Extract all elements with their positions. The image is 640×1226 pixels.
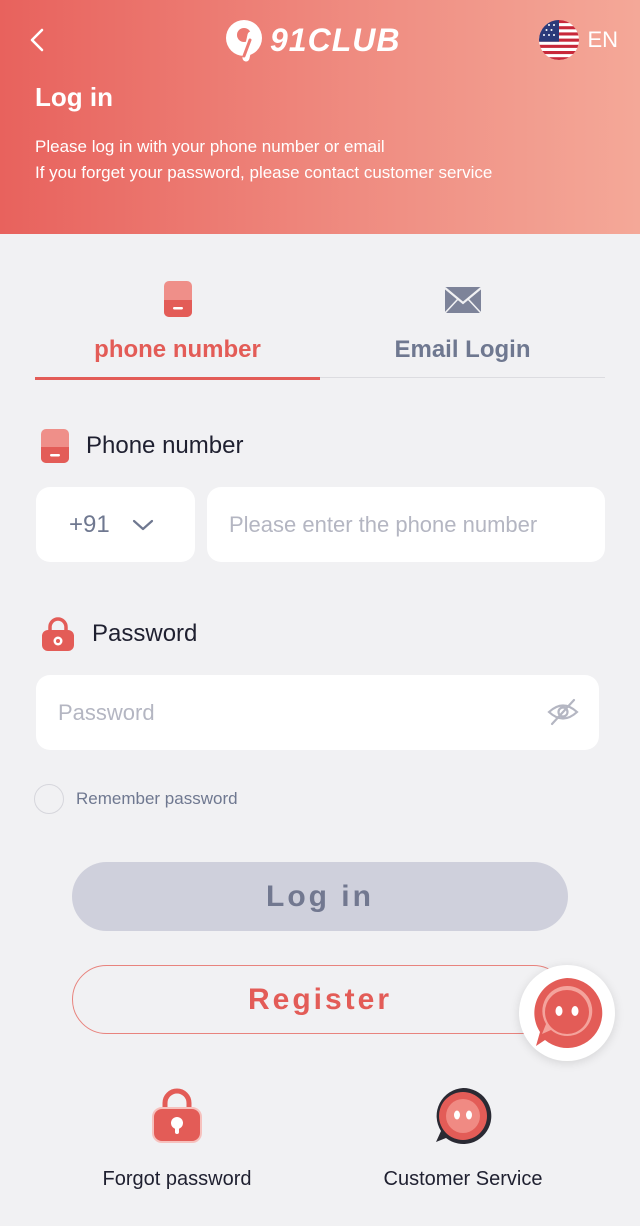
phone-input[interactable] xyxy=(229,487,548,562)
login-method-tabs: phone number Email Login xyxy=(35,270,605,380)
phone-icon xyxy=(163,281,192,317)
eye-off-icon[interactable] xyxy=(547,697,579,727)
active-tab-indicator xyxy=(35,377,320,380)
customer-service-label: Customer Service xyxy=(383,1168,543,1190)
tab-phone-label: phone number xyxy=(94,336,261,363)
password-input-container xyxy=(36,675,599,750)
country-code-select[interactable]: +91 xyxy=(36,487,195,562)
lock-icon xyxy=(152,1088,202,1143)
subtitle-line-2: If you forget your password, please cont… xyxy=(35,163,493,182)
back-button[interactable] xyxy=(24,26,52,54)
password-input[interactable] xyxy=(58,675,509,750)
forgot-password-link[interactable]: Forgot password xyxy=(92,1086,262,1191)
customer-service-link[interactable]: Customer Service xyxy=(372,1086,554,1191)
phone-field-label: Phone number xyxy=(40,428,243,464)
password-field-label: Password xyxy=(40,616,197,652)
phone-icon xyxy=(41,429,69,463)
mail-icon xyxy=(443,287,482,314)
logo-mark-icon xyxy=(226,20,262,62)
page-subtitle: Please log in with your phone number or … xyxy=(35,134,492,186)
language-selector[interactable]: EN xyxy=(539,20,618,60)
subtitle-line-1: Please log in with your phone number or … xyxy=(35,137,385,156)
language-label: EN xyxy=(587,27,618,52)
floating-chat-button[interactable] xyxy=(519,965,615,1061)
remember-checkbox[interactable] xyxy=(34,784,64,814)
login-button[interactable]: Log in xyxy=(72,862,568,931)
register-button[interactable]: Register xyxy=(72,965,568,1034)
chat-bubble-icon xyxy=(534,977,603,1048)
header: 91CLUB EN Log in Please log in with your… xyxy=(0,0,640,234)
chevron-left-icon xyxy=(30,28,44,52)
logo-text: 91CLUB xyxy=(270,21,401,58)
forgot-password-label: Forgot password xyxy=(102,1168,252,1190)
remember-password[interactable]: Remember password xyxy=(34,784,238,814)
phone-label-text: Phone number xyxy=(86,432,244,459)
password-label-text: Password xyxy=(92,620,198,647)
logo: 91CLUB xyxy=(224,18,400,62)
tab-email-login[interactable]: Email Login xyxy=(320,270,605,378)
remember-label: Remember password xyxy=(76,789,238,808)
tab-email-label: Email Login xyxy=(394,336,531,363)
country-code-value: +91 xyxy=(69,510,110,538)
us-flag-icon xyxy=(539,20,580,60)
customer-service-icon xyxy=(436,1087,492,1144)
tab-phone-number[interactable]: phone number xyxy=(35,270,320,380)
lock-icon xyxy=(42,617,74,651)
phone-input-container xyxy=(207,487,605,562)
page-title: Log in xyxy=(35,82,113,112)
chevron-down-icon xyxy=(132,519,153,530)
